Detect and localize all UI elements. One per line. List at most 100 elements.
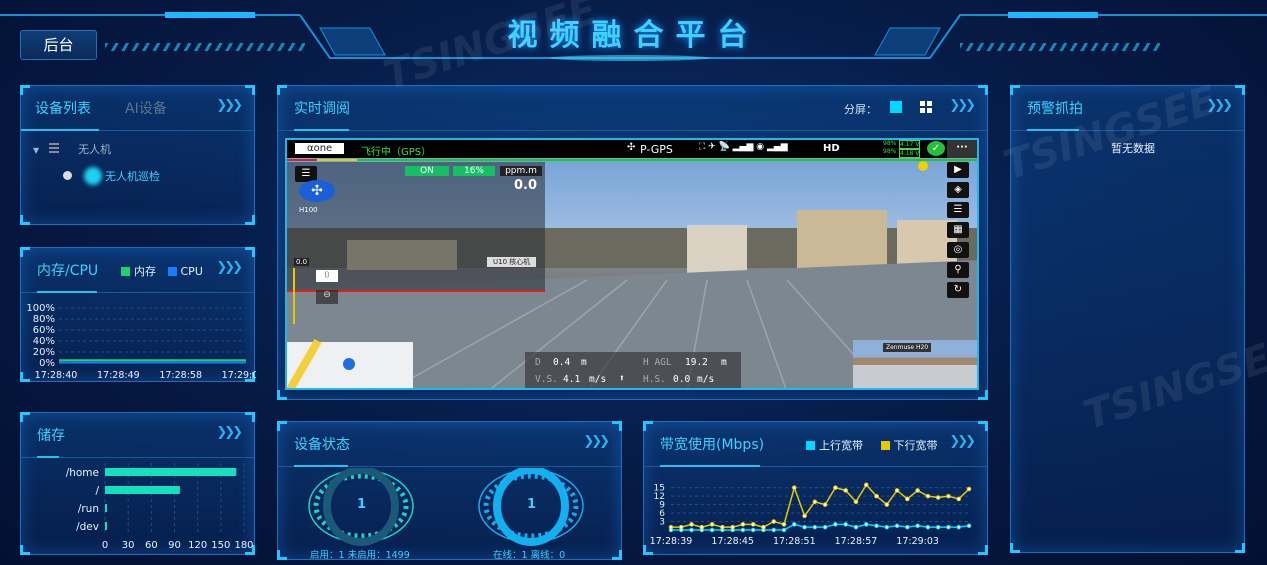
series-line-下行宽带 [671, 483, 970, 528]
tab-ai-devices[interactable]: AI设备 [125, 98, 167, 118]
video-feed[interactable]: αone 飞行中（GPS） ✣ P-GPS ⛶ ✈ 📡 ▂▄▆ ◉ ▂▄▆ HD… [285, 138, 979, 390]
tab-device-list[interactable]: 设备列表 [35, 98, 91, 118]
data-point [905, 524, 910, 530]
d-value: 0.4 [553, 357, 571, 368]
more-menu-button[interactable]: ··· [947, 140, 977, 158]
enabled-gauge-caption: 启用：1 未启用：1499 [310, 550, 410, 561]
x-tick-label: 60 [145, 540, 158, 551]
drone-icon: ✣ [627, 142, 636, 153]
y-tick-label: 100% [26, 303, 55, 314]
gimbal-reset-button[interactable]: ⊖ [316, 290, 338, 304]
y-tick-label: 80% [33, 314, 55, 325]
rotate-button[interactable]: ↻ [947, 282, 969, 298]
hagl-label: H AGL [643, 357, 672, 368]
bar-/ [105, 486, 180, 494]
data-point [905, 496, 910, 502]
mem-cpu-legend: 内存 CPU [113, 263, 203, 279]
back-button[interactable]: 后台 [20, 30, 97, 60]
category-label: / [95, 485, 99, 497]
data-point [935, 495, 941, 500]
legend-mem: 内存 [134, 265, 156, 278]
data-point [925, 493, 931, 499]
alert-capture-title: 预警抓拍 [1027, 101, 1083, 117]
voltage-2: 4.18 V [899, 149, 921, 158]
play-button[interactable]: ▶ [947, 162, 969, 178]
x-tick-label: 17:28:45 [711, 536, 754, 547]
target-button[interactable]: ◎ [947, 242, 969, 258]
more-arrows-icon[interactable]: ❯❯❯ [216, 425, 243, 440]
storage-title: 储存 [37, 428, 65, 444]
shield-button[interactable]: ◈ [947, 182, 969, 198]
data-point [740, 527, 746, 533]
x-tick-label: 150 [211, 540, 230, 551]
more-arrows-icon[interactable]: ❯❯❯ [216, 98, 243, 113]
data-point [802, 513, 807, 519]
legend-cpu: CPU [180, 265, 203, 278]
x-tick-label: 17:28:49 [97, 370, 140, 381]
grid-button[interactable]: ▦ [947, 222, 969, 238]
data-point [884, 502, 890, 507]
pip-camera-view[interactable]: Zenmuse H20 [853, 340, 977, 388]
legend-down: 下行宽带 [893, 439, 938, 452]
map-road [287, 339, 322, 388]
online-gauge-caption: 在线：1 离线：0 [493, 550, 566, 561]
data-point [792, 485, 797, 490]
data-point [874, 523, 879, 529]
list-button[interactable]: ☰ [947, 202, 969, 218]
y-tick-label: 20% [33, 347, 55, 358]
data-point [812, 499, 818, 505]
y-tick-label: 15 [654, 484, 665, 494]
data-point [750, 527, 756, 533]
y-tick-label: 0% [39, 358, 55, 369]
data-point [781, 522, 787, 527]
more-arrows-icon[interactable]: ❯❯❯ [949, 98, 976, 113]
tree-item-drone-patrol[interactable]: 无人机巡检 [63, 167, 160, 185]
mini-map[interactable] [287, 339, 413, 388]
empty-state-text: 暂无数据 [1111, 142, 1155, 155]
bar-/run [105, 504, 107, 512]
data-point [935, 524, 941, 530]
camera-capture-button[interactable]: ⌷ [316, 270, 338, 282]
data-point [678, 524, 684, 530]
x-tick-label: 17:28:58 [159, 370, 202, 381]
tree-group-label: 无人机 [78, 143, 112, 156]
device-status-title: 设备状态 [294, 437, 350, 453]
more-arrows-icon[interactable]: ❯❯❯ [583, 434, 610, 449]
storage-chart: 0 30 60 90 120 150 180/home / /run/dev [66, 463, 254, 551]
expand-caret-icon[interactable]: ▼ [33, 146, 39, 155]
split-quad-icon[interactable] [920, 101, 932, 113]
x-tick-label: 0 [102, 540, 108, 551]
bandwidth-chart: 369121517:28:39 17:28:45 17:28:51 17:28:57 1… [650, 482, 972, 547]
storage-panel: 储存 ❯❯❯ 0 30 60 90 120 150 180/home / /run/dev [20, 412, 255, 555]
pip-camera-label: Zenmuse H20 [883, 343, 932, 352]
split-single-icon[interactable] [890, 101, 902, 113]
gimbal-slider[interactable] [293, 268, 295, 324]
app-logo: αone [295, 143, 345, 154]
data-point [884, 524, 890, 530]
flight-mode: P-GPS [640, 143, 673, 156]
online-gauge-value: 1 [527, 497, 537, 512]
legend-swatch-cpu [167, 267, 177, 276]
x-tick-label: 17:29:07 [222, 370, 256, 381]
data-point [771, 519, 777, 524]
bandwidth-legend: 上行宽带 下行宽带 [798, 437, 938, 453]
more-arrows-icon[interactable]: ❯❯❯ [949, 434, 976, 449]
enabled-gauge-value: 1 [357, 497, 367, 512]
y-tick-label: 60% [33, 325, 55, 336]
data-point [894, 523, 900, 529]
drone-model: H100 [299, 206, 318, 214]
data-point [853, 524, 859, 530]
more-arrows-icon[interactable]: ❯❯❯ [216, 260, 243, 275]
more-arrows-icon[interactable]: ❯❯❯ [1206, 98, 1233, 113]
voltage-1: 4.17 V [899, 140, 921, 149]
route-button[interactable]: ⚲ [947, 262, 969, 278]
x-tick-label: 17:28:51 [773, 536, 816, 547]
legend-swatch-down [880, 441, 890, 450]
data-point [750, 522, 756, 527]
camera-icon [63, 171, 72, 180]
hs-label: H.S. [643, 374, 666, 385]
split-screen-label: 分屏： [844, 103, 877, 116]
legend-swatch-mem [121, 267, 130, 276]
telemetry-panel: D 0.4 m H AGL 19.2 m V.S. 4.1 m/s ⬆ H.S.… [525, 352, 741, 388]
tree-group-drones[interactable]: ▼ 无人机 [33, 141, 111, 157]
